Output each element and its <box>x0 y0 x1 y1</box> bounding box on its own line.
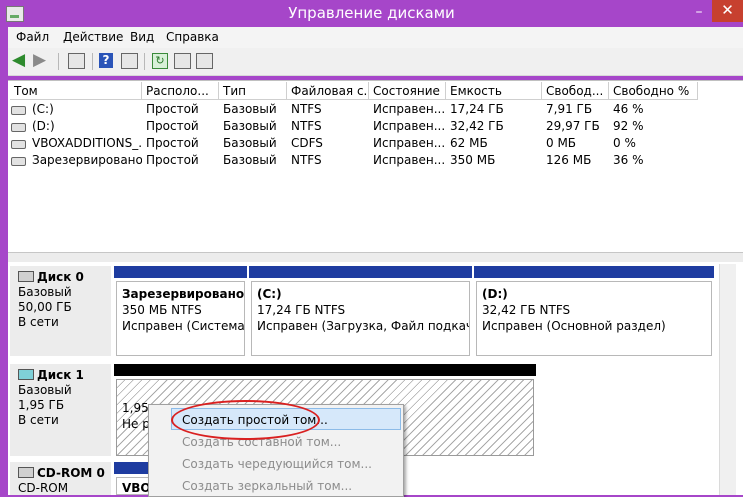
column-header-filesystem[interactable]: Файловая с... <box>287 82 369 100</box>
volume-list: Том Располо... Тип Файловая с... Состоян… <box>8 80 743 253</box>
window-title: Управление дисками <box>288 4 455 22</box>
rescan-disks-icon[interactable] <box>174 53 191 69</box>
menu-item-new-striped-volume[interactable]: Создать чередующийся том... <box>149 453 403 475</box>
column-header-volume[interactable]: Том <box>10 82 142 100</box>
drive-icon <box>11 106 26 115</box>
title-bar: Управление дисками – ✕ <box>0 0 743 27</box>
disk-icon <box>18 369 34 380</box>
column-header-capacity[interactable]: Емкость <box>446 82 542 100</box>
drive-icon <box>11 157 26 166</box>
toolbar: ◀ ▶ ? ↻ <box>8 48 743 76</box>
refresh-icon[interactable]: ↻ <box>152 53 168 69</box>
close-button[interactable]: ✕ <box>712 0 743 22</box>
properties-icon[interactable] <box>121 53 138 69</box>
cd-drive-icon <box>18 467 34 478</box>
column-header-percent-free[interactable]: Свободно % <box>609 82 698 100</box>
forward-arrow-icon[interactable]: ▶ <box>33 52 50 69</box>
drive-icon <box>11 123 26 132</box>
column-header-free-space[interactable]: Свобод... <box>542 82 609 100</box>
column-header-status[interactable]: Состояние <box>369 82 446 100</box>
help-icon[interactable]: ? <box>99 53 113 68</box>
column-header-type[interactable]: Тип <box>219 82 287 100</box>
menu-item-new-mirrored-volume[interactable]: Создать зеркальный том... <box>149 475 403 497</box>
console-tree-icon[interactable] <box>68 53 85 69</box>
disk-1-label[interactable]: Диск 1 Базовый 1,95 ГБ В сети <box>10 364 111 456</box>
back-arrow-icon[interactable]: ◀ <box>12 52 29 69</box>
cd-drive-icon <box>11 140 26 149</box>
cdrom-0-label[interactable]: CD-ROM 0 CD-ROM <box>10 462 111 495</box>
disk-0-label[interactable]: Диск 0 Базовый 50,00 ГБ В сети <box>10 266 111 356</box>
partition-reserved[interactable]: Зарезервировано си 350 МБ NTFS Исправен … <box>114 266 247 356</box>
partition-d[interactable]: (D:) 32,42 ГБ NTFS Исправен (Основной ра… <box>474 266 714 356</box>
vertical-scrollbar[interactable] <box>719 264 736 495</box>
settings-icon[interactable] <box>196 53 213 69</box>
menu-bar: Файл Действие Вид Справка <box>8 27 743 48</box>
partition-c[interactable]: (C:) 17,24 ГБ NTFS Исправен (Загрузка, Ф… <box>249 266 472 356</box>
menu-help[interactable]: Справка <box>166 30 219 44</box>
highlight-ellipse <box>171 400 320 440</box>
minimize-button[interactable]: – <box>688 5 710 21</box>
column-header-layout[interactable]: Располо... <box>142 82 219 100</box>
menu-file[interactable]: Файл <box>16 30 49 44</box>
disk-icon <box>18 271 34 282</box>
menu-view[interactable]: Вид <box>130 30 154 44</box>
menu-action[interactable]: Действие <box>63 30 123 44</box>
